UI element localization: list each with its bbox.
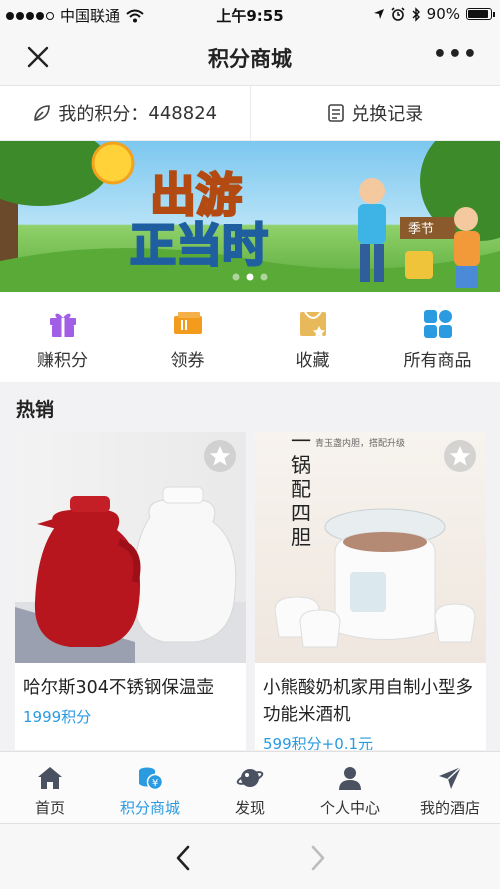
redeem-history-label: 兑换记录 bbox=[351, 104, 424, 125]
points-value: 448824 bbox=[148, 102, 218, 124]
points-label: 我的积分： bbox=[58, 104, 149, 125]
product-image-subtext: 青玉盏内胆，搭配升级 bbox=[315, 437, 405, 449]
battery-percent: 90% bbox=[426, 5, 460, 23]
banner-illustration: 季节 出游 正当时 bbox=[0, 141, 500, 292]
bluetooth-icon bbox=[412, 6, 420, 22]
product-name: 小熊酸奶机家用自制小型多功能米酒机 bbox=[263, 678, 473, 725]
nav-bar: 积分商城 ••• bbox=[0, 28, 500, 86]
my-points[interactable]: 我的积分： 448824 bbox=[0, 86, 250, 140]
category-all-products[interactable]: 所有商品 bbox=[375, 292, 500, 382]
product-price: 599积分+0.1元 bbox=[263, 735, 374, 750]
alarm-icon bbox=[391, 7, 405, 21]
back-arrow-icon[interactable] bbox=[172, 844, 196, 872]
product-image-caption: 一锅配四胆 bbox=[291, 432, 311, 549]
tab-profile[interactable]: 个人中心 bbox=[300, 752, 400, 823]
product-name: 哈尔斯304不锈钢保温壶 bbox=[23, 678, 214, 698]
tab-my-hotel[interactable]: 我的酒店 bbox=[400, 752, 500, 823]
product-image bbox=[15, 432, 246, 663]
tab-discover[interactable]: 发现 bbox=[200, 752, 300, 823]
more-button[interactable]: ••• bbox=[433, 42, 478, 67]
category-coupons[interactable]: 领券 bbox=[125, 292, 250, 382]
home-icon bbox=[38, 767, 62, 789]
star-icon bbox=[450, 446, 470, 466]
tab-label: 积分商城 bbox=[119, 799, 180, 817]
status-right: 90% bbox=[373, 5, 495, 23]
tab-home[interactable]: 首页 bbox=[0, 752, 100, 823]
tab-points-mall[interactable]: ¥ 积分商城 bbox=[100, 752, 200, 823]
category-label: 领券 bbox=[170, 351, 205, 371]
svg-text:¥: ¥ bbox=[152, 778, 158, 789]
product-card[interactable]: 哈尔斯304不锈钢保温壶 1999积分 bbox=[15, 432, 246, 750]
promo-banner[interactable]: 季节 出游 正当时 bbox=[0, 141, 500, 292]
banner-headline-top: 出游 bbox=[150, 168, 242, 222]
gift-icon bbox=[49, 313, 76, 337]
product-image: 一锅配四胆 青玉盏内胆，搭配升级 bbox=[255, 432, 486, 663]
battery-icon bbox=[466, 8, 495, 20]
document-icon bbox=[328, 104, 345, 122]
product-image-caption-char: 一 bbox=[291, 432, 311, 453]
banner-page-dot[interactable] bbox=[232, 273, 240, 281]
page-title: 积分商城 bbox=[208, 47, 292, 71]
tab-label: 我的酒店 bbox=[419, 799, 480, 817]
leaf-icon bbox=[34, 105, 51, 121]
user-icon bbox=[339, 767, 361, 790]
redeem-history-button[interactable]: 兑换记录 bbox=[249, 86, 500, 140]
product-image-caption-char: 配 bbox=[291, 477, 311, 501]
favorite-button[interactable] bbox=[204, 440, 236, 472]
category-label: 收藏 bbox=[295, 351, 330, 371]
grid-icon bbox=[423, 310, 452, 338]
status-bar: 中国联通 上午9:55 90% bbox=[0, 0, 500, 28]
send-icon bbox=[439, 766, 462, 789]
location-icon bbox=[373, 9, 384, 19]
category-favorites[interactable]: 收藏 bbox=[250, 292, 375, 382]
sun-icon bbox=[91, 141, 135, 185]
product-image-caption-char: 锅 bbox=[291, 453, 311, 477]
banner-page-dot[interactable] bbox=[260, 273, 268, 281]
banner-sign-text: 季节 bbox=[408, 222, 434, 237]
category-row: 赚积分 领券 收藏 所有商品 bbox=[0, 292, 500, 382]
banner-page-dot[interactable] bbox=[246, 273, 254, 281]
coupon-icon bbox=[173, 312, 202, 334]
banner-headline-bottom: 正当时 bbox=[130, 218, 268, 272]
star-icon bbox=[210, 446, 230, 466]
section-title: 热销 bbox=[16, 399, 55, 421]
forward-arrow-icon[interactable] bbox=[305, 844, 329, 872]
category-label: 所有商品 bbox=[403, 351, 472, 371]
coins-icon: ¥ bbox=[139, 767, 164, 791]
planet-icon bbox=[236, 769, 264, 787]
product-price: 1999积分 bbox=[23, 708, 92, 726]
favorite-box-icon bbox=[299, 311, 326, 338]
favorite-button[interactable] bbox=[444, 440, 476, 472]
product-image-caption-char: 四 bbox=[291, 501, 311, 525]
points-row: 我的积分： 448824 兑换记录 bbox=[0, 86, 500, 141]
category-earn-points[interactable]: 赚积分 bbox=[0, 292, 125, 382]
tab-label: 个人中心 bbox=[319, 799, 380, 817]
product-image-caption-char: 胆 bbox=[291, 525, 311, 549]
category-label: 赚积分 bbox=[37, 351, 88, 371]
banner-pagination bbox=[232, 273, 268, 281]
tab-label: 发现 bbox=[234, 799, 265, 817]
browser-toolbar bbox=[0, 823, 500, 889]
product-card[interactable]: 一锅配四胆 青玉盏内胆，搭配升级 小熊酸奶机家用自制小型多功能米酒机 599积分… bbox=[255, 432, 486, 750]
tab-bar: 首页 ¥ 积分商城 发现 个人中心 我的酒店 bbox=[0, 751, 500, 823]
tab-label: 首页 bbox=[34, 799, 65, 817]
